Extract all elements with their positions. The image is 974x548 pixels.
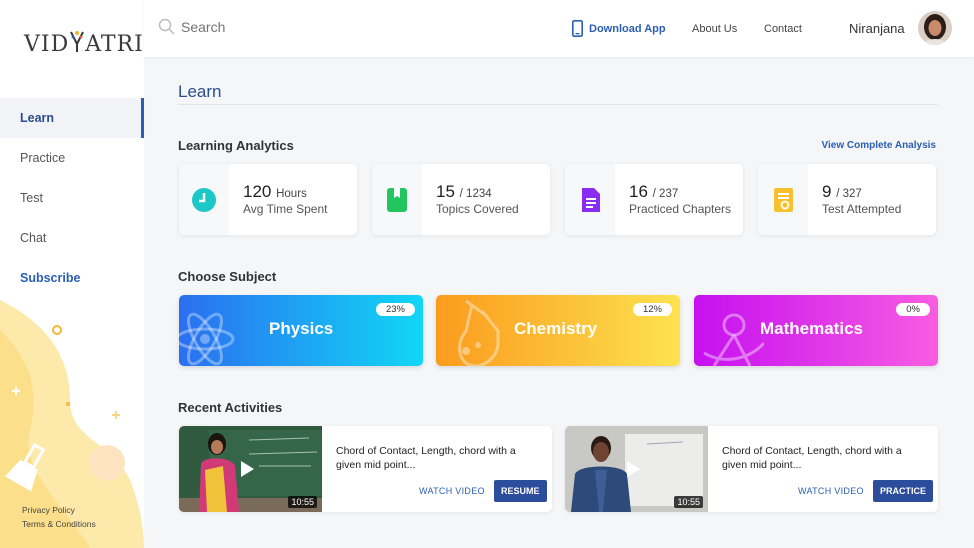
analytics-heading: Learning Analytics bbox=[178, 138, 294, 153]
search-input[interactable] bbox=[181, 18, 381, 35]
play-icon bbox=[627, 461, 640, 477]
practice-button[interactable]: PRACTICE bbox=[873, 480, 934, 502]
activity-title: Chord of Contact, Length, chord with a g… bbox=[336, 445, 516, 471]
stat-icon-wrap bbox=[372, 164, 422, 235]
subject-card-physics[interactable]: Physics 23% bbox=[179, 295, 423, 366]
progress-badge: 23% bbox=[375, 303, 415, 316]
vidyatri-logo[interactable]: VID ATRI bbox=[24, 30, 144, 57]
compass-icon bbox=[703, 313, 764, 366]
user-name[interactable]: Niranjana bbox=[849, 21, 905, 36]
stat-card-time[interactable]: 120 Hours Avg Time Spent bbox=[179, 164, 357, 235]
document-icon bbox=[581, 187, 600, 212]
stat-icon-wrap bbox=[565, 164, 615, 235]
stat-label: Test Attempted bbox=[822, 202, 902, 216]
view-complete-analysis-link[interactable]: View Complete Analysis bbox=[822, 140, 937, 151]
subject-name: Physics bbox=[269, 319, 334, 338]
activity-card: 10:55 Chord of Contact, Length, chord wi… bbox=[565, 426, 938, 512]
contact-link[interactable]: Contact bbox=[764, 23, 802, 35]
stat-label: Practiced Chapters bbox=[629, 202, 732, 216]
logo-text-right: ATRI bbox=[85, 32, 144, 57]
flask-icon bbox=[458, 299, 500, 366]
stat-card-chapters[interactable]: 16 / 237 Practiced Chapters bbox=[565, 164, 743, 235]
sidebar-item-practice[interactable]: Practice bbox=[0, 138, 144, 178]
resume-button[interactable]: RESUME bbox=[494, 480, 547, 502]
subject-card-chemistry[interactable]: Chemistry 12% bbox=[436, 295, 680, 366]
stat-label: Avg Time Spent bbox=[243, 202, 328, 216]
stat-card-topics[interactable]: 15 / 1234 Topics Covered bbox=[372, 164, 550, 235]
stat-label: Topics Covered bbox=[436, 202, 519, 216]
test-icon bbox=[773, 187, 793, 212]
watch-video-link[interactable]: WATCH VIDEO bbox=[419, 486, 485, 496]
clock-icon bbox=[192, 187, 216, 212]
stat-value: 9 / 327 bbox=[822, 182, 862, 201]
book-icon bbox=[387, 187, 407, 212]
phone-icon bbox=[572, 20, 583, 37]
avatar[interactable] bbox=[918, 11, 952, 45]
search-icon bbox=[158, 18, 175, 35]
search-box bbox=[158, 18, 381, 35]
activity-card: 10:55 Chord of Contact, Length, chord wi… bbox=[179, 426, 552, 512]
top-bar: Download App About Us Contact Niranjana bbox=[144, 0, 974, 57]
about-us-link[interactable]: About Us bbox=[692, 23, 737, 35]
stat-card-tests[interactable]: 9 / 327 Test Attempted bbox=[758, 164, 936, 235]
stat-value: 16 / 237 bbox=[629, 182, 679, 201]
subject-name: Mathematics bbox=[760, 319, 863, 338]
stat-value: 120 Hours bbox=[243, 182, 307, 201]
subject-card-mathematics[interactable]: Mathematics 0% bbox=[694, 295, 938, 366]
watch-video-link[interactable]: WATCH VIDEO bbox=[798, 486, 864, 496]
logo-text-left: VID bbox=[24, 32, 70, 57]
play-icon bbox=[241, 461, 254, 477]
video-duration: 10:55 bbox=[674, 496, 703, 508]
page-title: Learn bbox=[178, 82, 222, 101]
video-thumbnail[interactable]: 10:55 bbox=[565, 426, 708, 512]
download-app-label: Download App bbox=[589, 22, 666, 35]
video-thumbnail[interactable]: 10:55 bbox=[179, 426, 322, 512]
privacy-policy-link[interactable]: Privacy Policy bbox=[22, 503, 96, 517]
logo-mark-icon bbox=[69, 30, 85, 52]
stat-icon-wrap bbox=[179, 164, 229, 235]
stat-icon-wrap bbox=[758, 164, 808, 235]
terms-link[interactable]: Terms & Conditions bbox=[22, 517, 96, 531]
subject-name: Chemistry bbox=[514, 319, 598, 338]
title-divider bbox=[178, 104, 938, 105]
progress-badge: 12% bbox=[632, 303, 672, 316]
sidebar: VID ATRI Learn Practice Test Chat Subscri… bbox=[0, 0, 144, 548]
sidebar-nav: Learn Practice Test Chat Subscribe bbox=[0, 98, 144, 298]
atom-icon bbox=[179, 312, 235, 366]
recent-activities-heading: Recent Activities bbox=[178, 400, 283, 415]
progress-badge: 0% bbox=[896, 303, 930, 316]
sidebar-item-test[interactable]: Test bbox=[0, 178, 144, 218]
choose-subject-heading: Choose Subject bbox=[178, 269, 277, 284]
sidebar-item-learn[interactable]: Learn bbox=[0, 98, 144, 138]
video-duration: 10:55 bbox=[288, 496, 317, 508]
footer-links: Privacy Policy Terms & Conditions bbox=[22, 503, 96, 531]
sidebar-item-chat[interactable]: Chat bbox=[0, 218, 144, 258]
download-app-link[interactable]: Download App bbox=[572, 20, 666, 37]
stat-value: 15 / 1234 bbox=[436, 182, 492, 201]
activity-title: Chord of Contact, Length, chord with a g… bbox=[722, 445, 902, 471]
